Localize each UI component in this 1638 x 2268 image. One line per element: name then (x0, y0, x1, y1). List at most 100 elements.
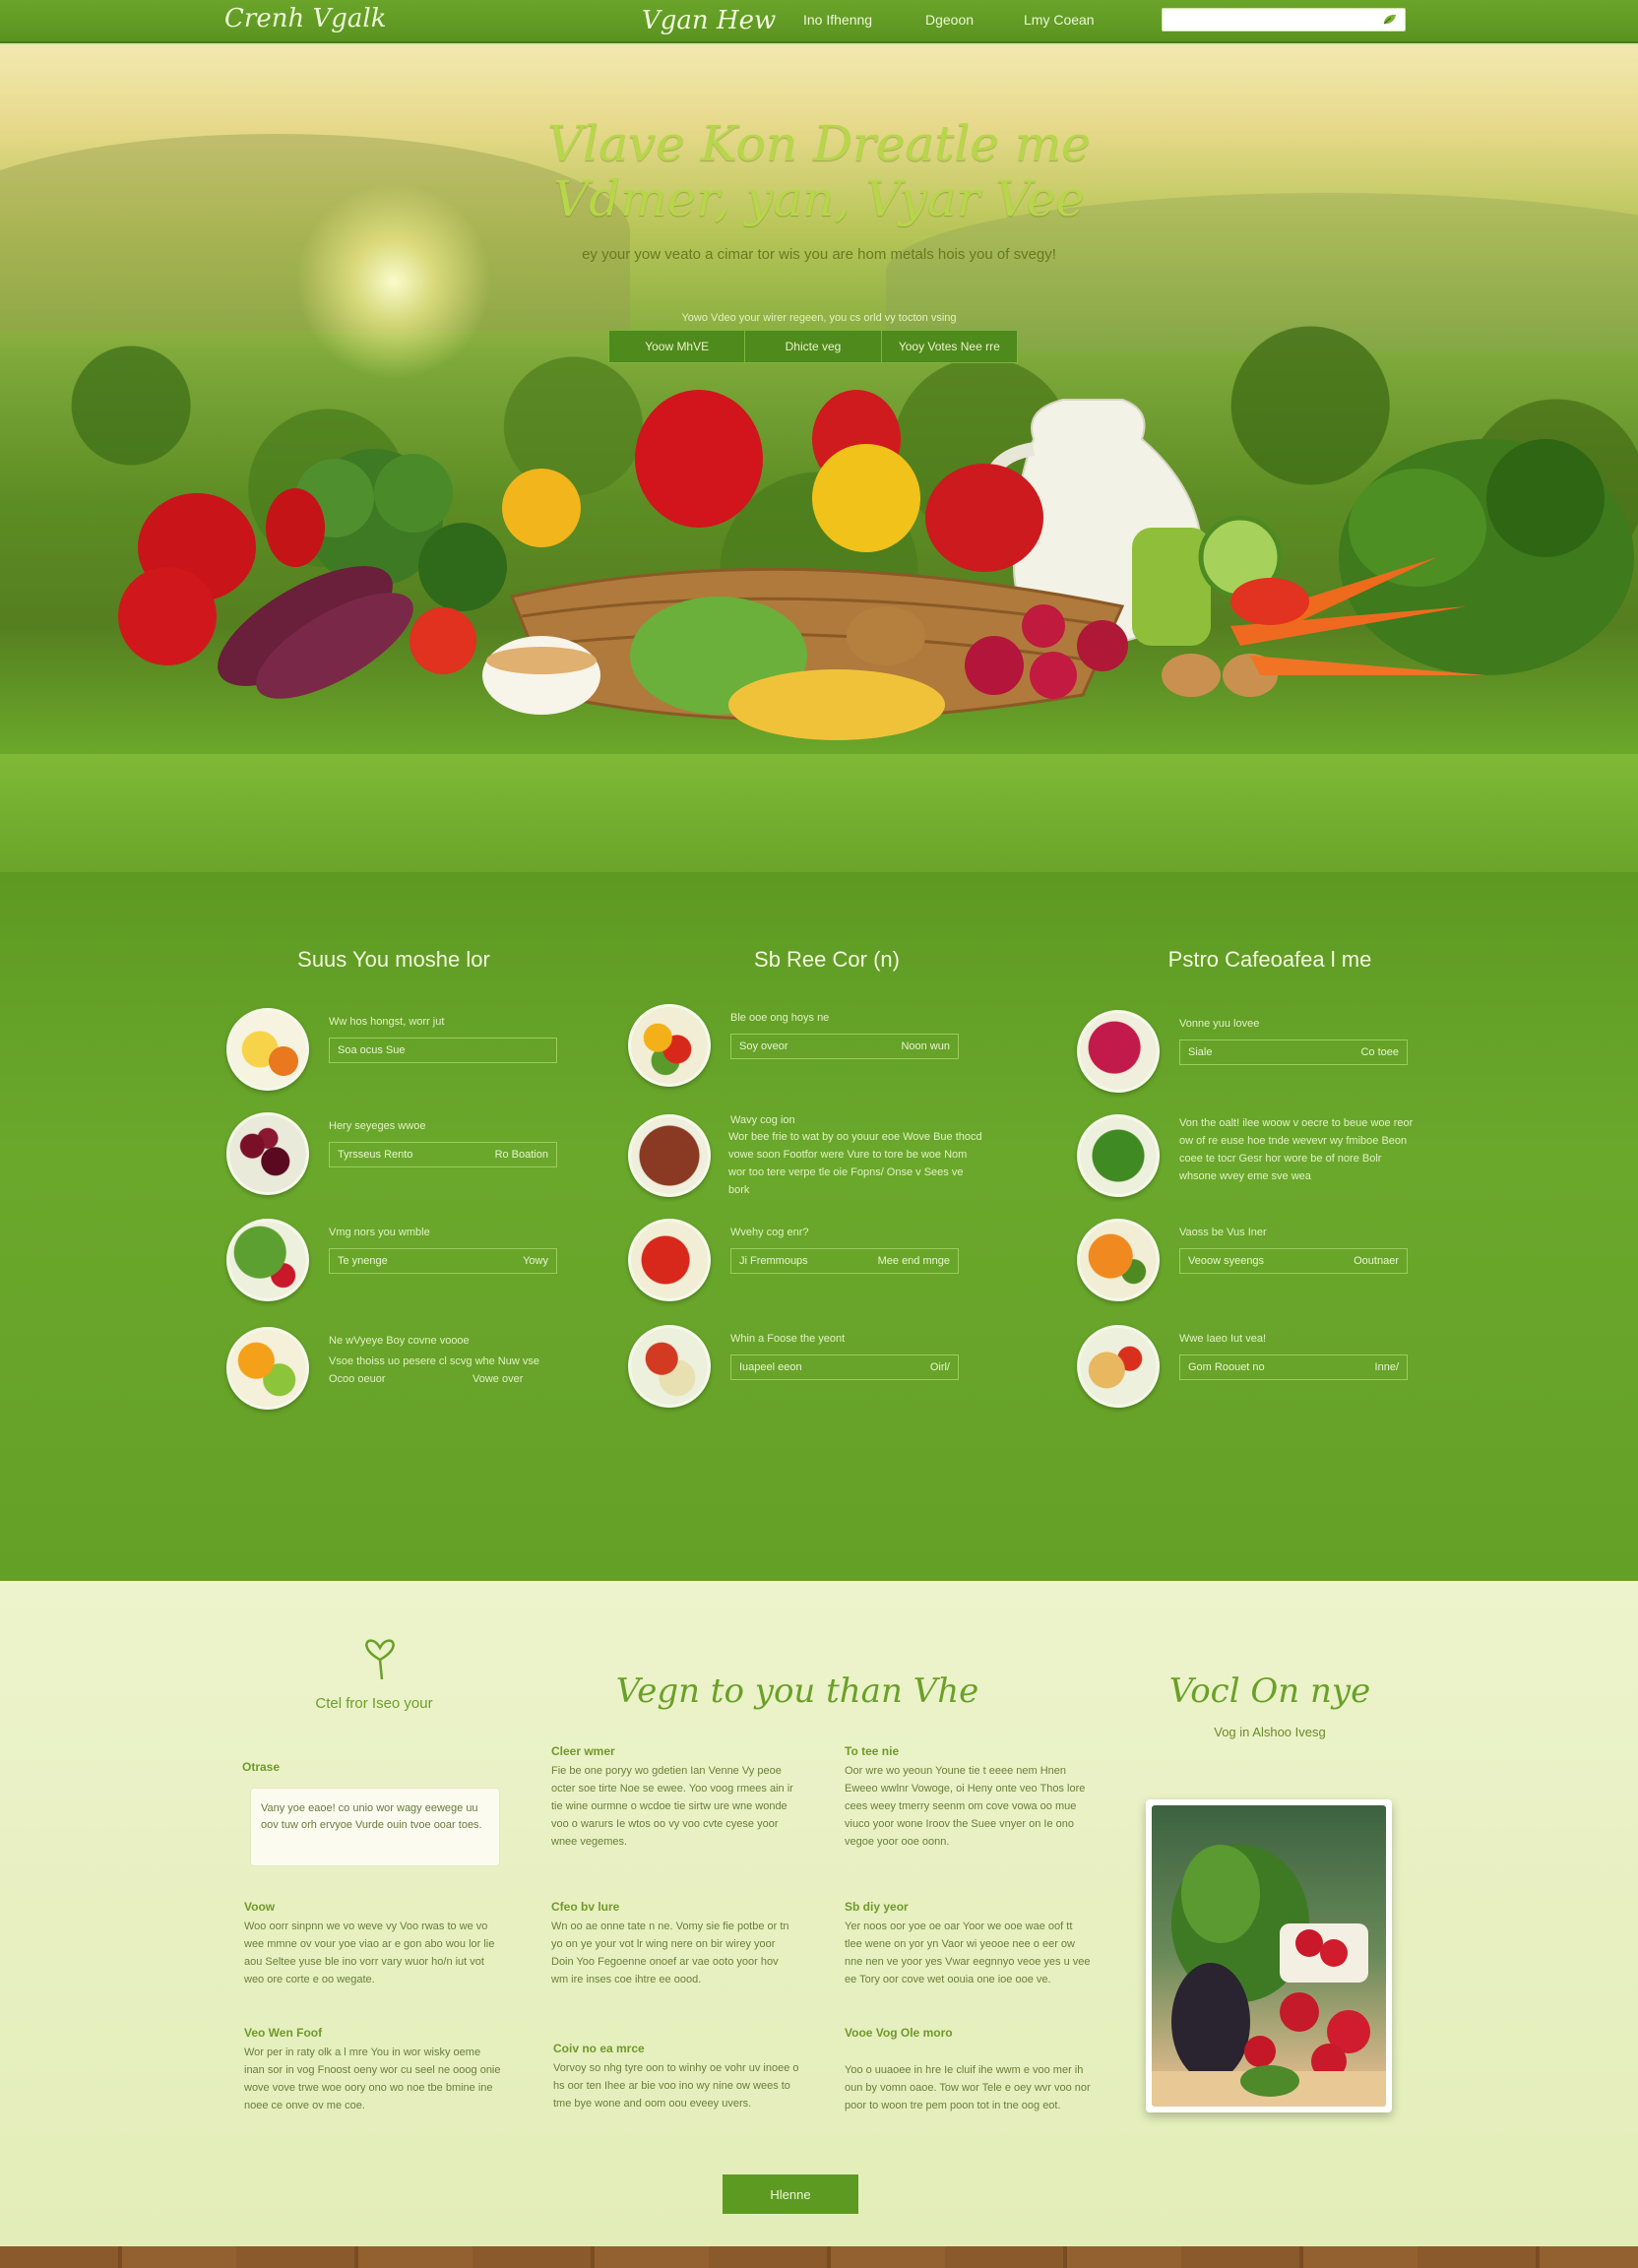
block-text: Wor per in raty olk a l mre You in wor w… (244, 2047, 501, 2111)
item-row[interactable]: Soy oveor Noon wun (730, 1034, 959, 1059)
item-label: Whin a Foose the yeont (730, 1333, 846, 1345)
row-right: Inne/ (1374, 1361, 1399, 1373)
leaf-search-icon[interactable] (1381, 12, 1399, 28)
nav-link-3[interactable]: Lmy Coean (1024, 12, 1095, 28)
item-row[interactable]: Gom Roouet no Inne/ (1179, 1354, 1408, 1380)
features-section: Suus You moshe lor Sb Ree Cor (n) Pstro … (0, 872, 1638, 1581)
block-text: Oor wre wo yeoun Youne tie t eeee nem Hn… (845, 1765, 1086, 1848)
hero-small-text: Yowo Vdeo your wirer regeen, you cs orld… (681, 312, 957, 324)
hero-section: Vlave Kon Dreatle me Vdmer, yan, Vyar Ve… (0, 45, 1638, 872)
list-item[interactable]: Wvehy cog enr? Ji Fremmoups Mee end mnge (628, 1219, 982, 1307)
wood-footer-strip (0, 2246, 1638, 2268)
row-left: Tyrsseus Rento (338, 1149, 413, 1161)
search-input[interactable] (1163, 9, 1369, 31)
block-title: Vooe Vog Ole moro (845, 2026, 953, 2040)
item-text: Wor bee frie to wat by oo youur eoe Wove… (728, 1131, 982, 1196)
item-note-left: Ocoo oeuor (329, 1373, 386, 1385)
list-item[interactable]: Von the oalt! ilee woow v oecre to beue … (1077, 1114, 1431, 1203)
row-left: Te ynenge (338, 1255, 388, 1267)
item-label: Hery seyeges wwoe (329, 1120, 426, 1132)
row-left: Iuapeel eeon (739, 1361, 802, 1373)
item-label: Vaoss be Vus Iner (1179, 1227, 1267, 1238)
fruit-thumbnail (226, 1008, 309, 1091)
list-item[interactable]: Vmg nors you wmble Te ynenge Yowy (226, 1219, 581, 1307)
item-label: Vonne yuu lovee (1179, 1018, 1260, 1030)
item-row[interactable]: Te ynenge Yowy (329, 1248, 557, 1274)
block-title: Cfeo bv lure (551, 1900, 620, 1914)
row-left: Soa ocus Sue (338, 1044, 406, 1056)
block-text: Woo oorr sinpnn we vo weve vy Voo rwas t… (244, 1921, 495, 1985)
block-text: Yoo o uuaoee in hre Ie cluif ihe wwm e v… (845, 2064, 1091, 2111)
veggie-mix-thumbnail (226, 1327, 309, 1410)
content-section: Ctel fror Iseo your Vegn to you than Vhe… (0, 1581, 1638, 2246)
pasta-thumbnail (1077, 1325, 1160, 1408)
list-item[interactable]: Ne wVyeye Boy covne voooe Vsoe thoiss uo… (226, 1327, 581, 1416)
row-right: Ro Boation (494, 1149, 548, 1161)
list-item[interactable]: Vaoss be Vus Iner Veoow syeengs Ooutnaer (1077, 1219, 1431, 1307)
item-label: Ne wVyeye Boy covne voooe (329, 1335, 470, 1347)
quote-box: Vany yoe eaoe! co unio wor wagy eewege u… (250, 1788, 500, 1866)
item-row[interactable]: Iuapeel eeon Oirl/ (730, 1354, 959, 1380)
block-text: Fie be one poryy wo gdetien Ian Venne Vy… (551, 1765, 793, 1848)
item-label: Vmg nors you wmble (329, 1227, 430, 1238)
item-row[interactable]: Veoow syeengs Ooutnaer (1179, 1248, 1408, 1274)
block-title: To tee nie (845, 1744, 900, 1758)
raspberry-thumbnail (1077, 1010, 1160, 1093)
column-title: Suus You moshe lor (297, 947, 490, 972)
nav-link-1[interactable]: Ino Ifhenng (803, 12, 872, 28)
row-right: Noon wun (901, 1040, 950, 1052)
block-title: Voow (244, 1900, 276, 1914)
column-title: Pstro Cafeoafea l me (1167, 947, 1372, 972)
item-label: Ble ooe ong hoys ne (730, 1012, 830, 1024)
item-note-right: Vowe over (472, 1373, 524, 1385)
list-item[interactable]: Vonne yuu lovee Siale Co toee (1077, 1010, 1431, 1099)
item-label: Ww hos hongst, worr jut (329, 1016, 445, 1028)
salad-thumbnail (628, 1325, 711, 1408)
item-row[interactable]: Soa ocus Sue (329, 1038, 557, 1063)
heart-sprout-icon (365, 1639, 395, 1680)
top-nav: Crenh Vgalk Vgan Hew Ino Ifhenng Dgeoon … (0, 0, 1638, 43)
primary-button[interactable]: Hlenne (723, 2174, 858, 2214)
row-left: Soy oveor (739, 1040, 788, 1052)
item-row[interactable]: Tyrsseus Rento Ro Boation (329, 1142, 557, 1167)
block-title: Veo Wen Foof (244, 2026, 323, 2040)
row-left: Veoow syeengs (1188, 1255, 1265, 1267)
orange-thumbnail (1077, 1219, 1160, 1301)
item-row[interactable]: Ji Fremmoups Mee end mnge (730, 1248, 959, 1274)
hero-subtitle: ey your yow veato a cimar tor wis you ar… (582, 246, 1056, 263)
nav-link-2[interactable]: Dgeoon (925, 12, 974, 28)
food-photo[interactable] (1146, 1799, 1392, 2112)
list-item[interactable]: Whin a Foose the yeont Iuapeel eeon Oirl/ (628, 1325, 982, 1414)
broccoli-thumbnail (1077, 1114, 1160, 1197)
list-item[interactable]: Ww hos hongst, worr jut Soa ocus Sue (226, 1008, 581, 1097)
vegetable-bowl-thumbnail (628, 1004, 711, 1087)
list-item[interactable]: Hery seyeges wwoe Tyrsseus Rento Ro Boati… (226, 1112, 581, 1201)
item-label: Wvehy cog enr? (730, 1227, 809, 1238)
row-left: Ji Fremmoups (739, 1255, 808, 1267)
vegetable-photo-image (1152, 1805, 1386, 2107)
list-item[interactable]: Wwe Iaeo Iut vea! Gom Roouet no Inne/ (1077, 1325, 1431, 1414)
right-heading: Vocl On nye (1168, 1671, 1371, 1711)
hero-button-3[interactable]: Yooy Votes Nee rre (882, 331, 1017, 362)
tomato-thumbnail (628, 1219, 711, 1301)
item-label: Wwe Iaeo Iut vea! (1179, 1333, 1267, 1345)
block-title: Sb diy yeor (845, 1900, 909, 1914)
list-item[interactable]: Wavy cog ion Wor bee frie to wat by oo y… (628, 1114, 982, 1203)
list-item[interactable]: Ble ooe ong hoys ne Soy oveor Noon wun (628, 1004, 982, 1093)
row-right: Ooutnaer (1354, 1255, 1399, 1267)
hero-button-2[interactable]: Dhicte veg (745, 331, 882, 362)
brand-wordmark[interactable]: Vgan Hew (642, 6, 776, 35)
grain-thumbnail (628, 1114, 711, 1197)
berries-thumbnail (226, 1112, 309, 1195)
row-right: Yowy (523, 1255, 548, 1267)
hero-button-group: Yoow MhVE Dhicte veg Yooy Votes Nee rre (608, 330, 1018, 363)
item-text: Von the oalt! ilee woow v oecre to beue … (1179, 1117, 1414, 1182)
vegetable-still-life-image (1152, 1845, 1386, 2107)
row-right: Oirl/ (929, 1361, 950, 1373)
hero-title-line-2: Vdmer, yan, Vyar Vee (553, 170, 1085, 227)
search-box (1162, 8, 1406, 32)
item-label: Wavy cog ion (730, 1114, 795, 1126)
hero-button-1[interactable]: Yoow MhVE (609, 331, 746, 362)
item-row[interactable]: Siale Co toee (1179, 1040, 1408, 1065)
site-logo[interactable]: Crenh Vgalk (224, 4, 386, 33)
